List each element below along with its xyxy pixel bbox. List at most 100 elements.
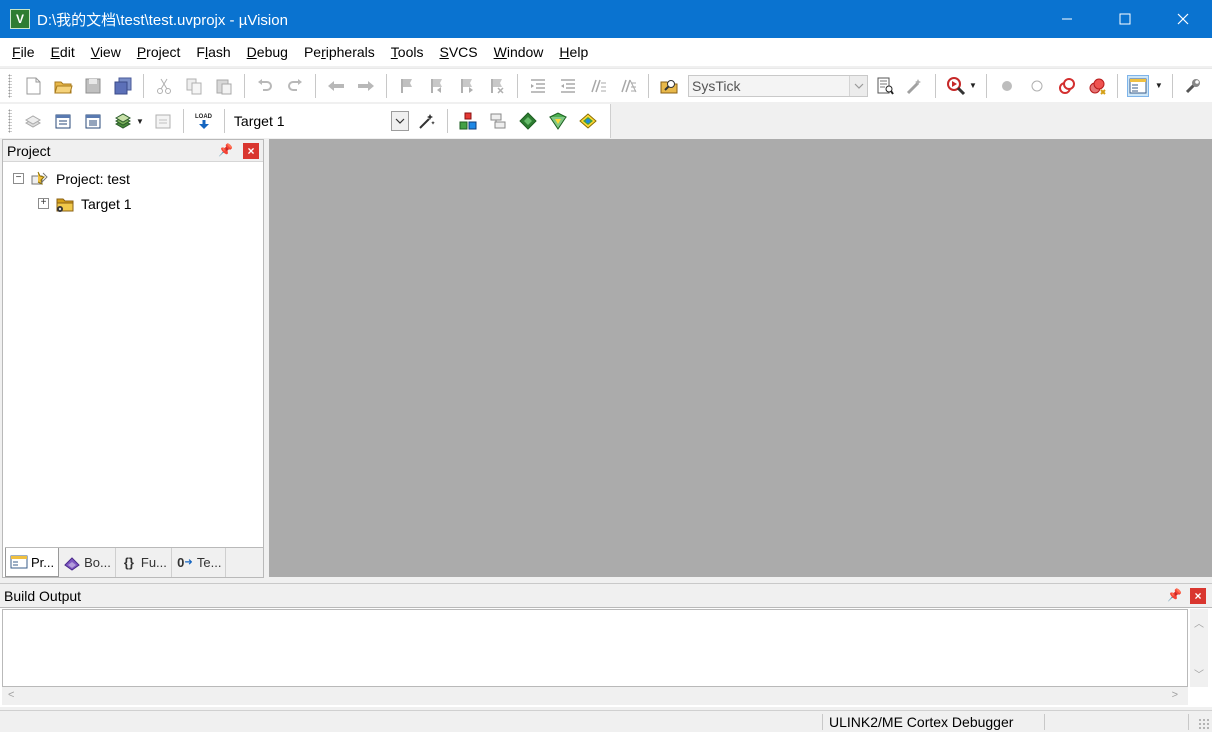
find-combo[interactable]: SysTick — [688, 74, 868, 97]
unindent-button[interactable] — [557, 75, 579, 97]
debug-session-button[interactable] — [904, 75, 926, 97]
rebuild-button[interactable] — [82, 110, 104, 132]
tree-label-project: Project: test — [56, 170, 130, 187]
pack-installer-button[interactable] — [547, 110, 569, 132]
chevron-down-icon[interactable] — [390, 111, 409, 131]
menu-edit[interactable]: Edit — [43, 38, 83, 66]
paste-button[interactable] — [213, 75, 235, 97]
stop-build-button[interactable] — [152, 110, 174, 132]
project-tab-icon — [10, 554, 28, 570]
insert-bookmark-button[interactable] — [396, 75, 418, 97]
incremental-find-button[interactable] — [874, 75, 896, 97]
start-debug-dropdown-arrow[interactable]: ▼ — [969, 81, 977, 90]
menu-peripherals[interactable]: Peripherals — [296, 38, 383, 66]
indent-button[interactable] — [527, 75, 549, 97]
resize-grip[interactable] — [1198, 718, 1210, 730]
save-button[interactable] — [82, 75, 104, 97]
cut-icon — [157, 78, 171, 94]
collapse-icon[interactable]: − — [13, 173, 24, 184]
paste-icon — [216, 79, 232, 94]
uvision-app-icon[interactable]: V — [10, 9, 30, 29]
next-bookmark-button[interactable] — [456, 75, 478, 97]
toolbar-empty-area — [611, 104, 1212, 138]
batch-build-button[interactable] — [112, 110, 134, 132]
download-load-icon: LOAD — [195, 114, 213, 129]
menu-file[interactable]: File — [4, 38, 43, 66]
navigate-back-button[interactable] — [325, 75, 347, 97]
comment-selection-button[interactable] — [587, 75, 609, 97]
new-file-icon — [26, 77, 41, 94]
cut-button[interactable] — [153, 75, 175, 97]
menu-debug[interactable]: Debug — [239, 38, 296, 66]
window-layout-dropdown-arrow[interactable]: ▼ — [1155, 81, 1163, 90]
open-folder-icon — [54, 81, 73, 93]
tab-project[interactable]: Pr... — [5, 548, 60, 577]
scroll-down-icon[interactable]: ﹀ — [1190, 666, 1208, 681]
expand-icon[interactable]: + — [38, 198, 49, 209]
scroll-right-icon[interactable]: > — [1172, 689, 1178, 701]
disable-all-breakpoints-button[interactable] — [1056, 75, 1078, 97]
target-select[interactable]: Target 1 — [229, 110, 410, 132]
start-debug-button[interactable] — [945, 75, 967, 97]
pin-icon[interactable]: 📌 — [1167, 588, 1182, 602]
menu-tools[interactable]: Tools — [383, 38, 432, 66]
close-panel-icon[interactable]: × — [243, 143, 259, 159]
find-in-files-button[interactable] — [658, 75, 680, 97]
configure-button[interactable] — [1182, 75, 1204, 97]
menu-svcs[interactable]: SVCS — [431, 38, 485, 66]
navigate-forward-button[interactable] — [355, 75, 377, 97]
toolbar-separator — [935, 73, 936, 98]
enable-breakpoint-button[interactable] — [1026, 75, 1048, 97]
scroll-left-icon[interactable]: < — [8, 689, 14, 701]
vertical-scrollbar[interactable]: ︿ ﹀ — [1190, 609, 1208, 687]
select-packs-button[interactable] — [487, 110, 509, 132]
tree-row-project[interactable]: − Project: test — [3, 166, 263, 191]
batch-build-dropdown-arrow[interactable]: ▼ — [136, 117, 144, 126]
breakpoint-outline-icon — [1031, 80, 1043, 91]
tree-row-target[interactable]: + Target 1 — [3, 191, 263, 216]
target-folder-icon — [55, 195, 75, 213]
toolbar-grip[interactable] — [8, 109, 12, 133]
menu-flash[interactable]: Flash — [188, 38, 238, 66]
chevron-down-icon[interactable] — [849, 75, 867, 96]
menu-help[interactable]: Help — [551, 38, 596, 66]
window-layout-button[interactable] — [1126, 74, 1149, 97]
toolbar-grip[interactable] — [8, 73, 12, 98]
menu-project[interactable]: Project — [129, 38, 189, 66]
kill-all-breakpoints-button[interactable] — [1086, 75, 1108, 97]
menu-window[interactable]: Window — [486, 38, 552, 66]
undo-button[interactable] — [254, 75, 276, 97]
horizontal-scrollbar[interactable]: < > — [2, 687, 1188, 705]
toolbar-separator — [517, 73, 518, 98]
build-button[interactable] — [52, 110, 74, 132]
new-file-button[interactable] — [22, 75, 44, 97]
uncomment-selection-button[interactable] — [617, 75, 639, 97]
tab-functions[interactable]: {} Fu... — [116, 548, 172, 577]
pin-icon[interactable]: 📌 — [218, 143, 233, 157]
download-button[interactable]: LOAD — [193, 110, 215, 132]
close-window-button[interactable] — [1154, 0, 1212, 38]
previous-bookmark-button[interactable] — [426, 75, 448, 97]
uncomment-icon — [621, 79, 637, 92]
open-file-button[interactable] — [52, 75, 74, 97]
menu-view[interactable]: View — [83, 38, 129, 66]
manage-project-items-button[interactable] — [457, 110, 479, 132]
software-packs-button[interactable] — [577, 110, 599, 132]
maximize-button[interactable] — [1096, 0, 1154, 38]
close-panel-icon[interactable]: × — [1190, 588, 1206, 604]
copy-button[interactable] — [183, 75, 205, 97]
tab-templates[interactable]: 0 ➜ Te... — [172, 548, 227, 577]
insert-breakpoint-button[interactable] — [996, 75, 1018, 97]
scroll-up-icon[interactable]: ︿ — [1190, 615, 1208, 630]
tab-books[interactable]: Bo... — [59, 548, 116, 577]
build-output-text[interactable] — [2, 609, 1188, 687]
clear-bookmarks-button[interactable] — [486, 75, 508, 97]
redo-button[interactable] — [284, 75, 306, 97]
menu-bar: File Edit View Project Flash Debug Perip… — [0, 38, 1212, 66]
target-options-button[interactable] — [416, 110, 438, 132]
translate-button[interactable] — [22, 110, 44, 132]
save-all-button[interactable] — [112, 75, 134, 97]
editor-area[interactable] — [269, 139, 1212, 577]
manage-run-time-environment-button[interactable] — [517, 110, 539, 132]
minimize-button[interactable] — [1038, 0, 1096, 38]
